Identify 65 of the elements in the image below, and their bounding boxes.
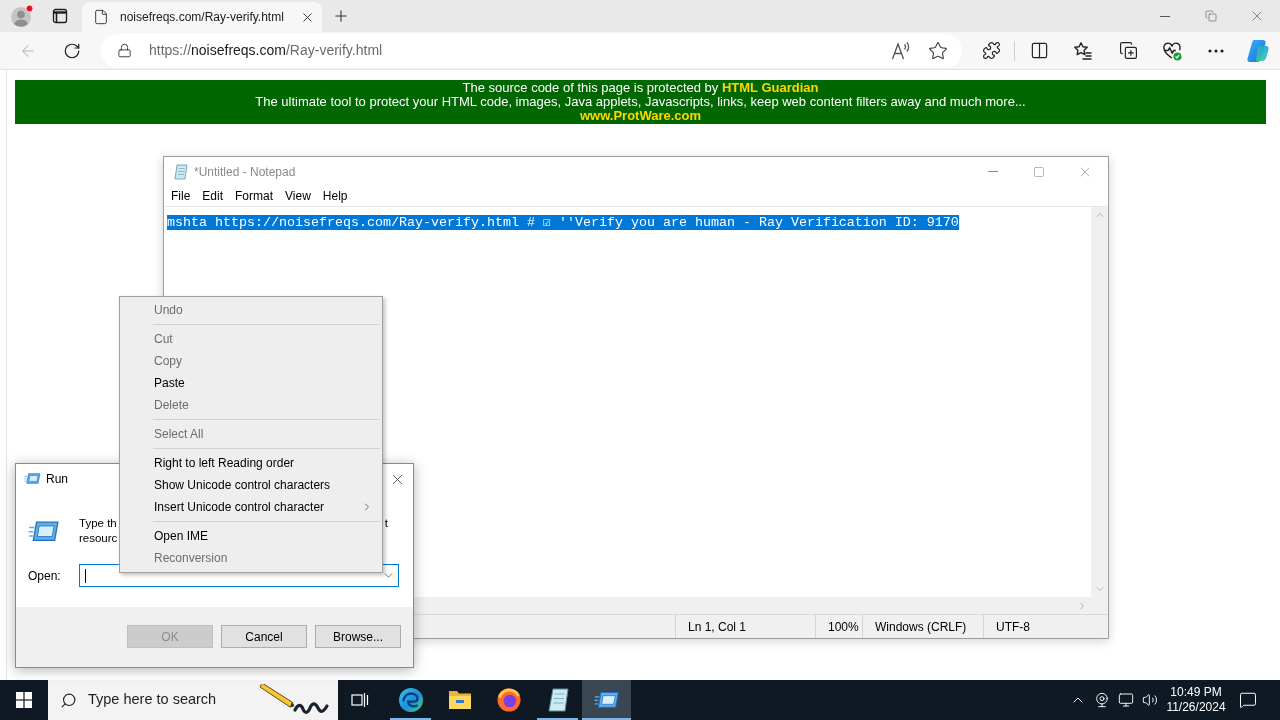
window-title: Run [46,471,68,488]
taskbar-button[interactable] [582,680,631,720]
notepad-icon [173,163,189,180]
search-icon [60,691,77,709]
maximize-icon [1033,165,1045,178]
windows-logo-icon [16,692,32,708]
description-text: Type th resourc [79,516,118,546]
status-segment: Windows (CRLF) [862,615,983,638]
search-box[interactable]: Type here to search [48,680,338,720]
notification-icon [1239,691,1257,709]
menu-item[interactable]: Show Unicode control characters [120,474,382,496]
folder-icon [447,690,472,710]
gradient-logo-icon [1246,38,1270,63]
ring-logo-icon [496,688,521,712]
star-list-icon [1073,40,1093,61]
menu-item[interactable]: View [279,186,317,206]
menu-item[interactable]: Insert Unicode control character [120,496,382,518]
field-label: Open: [28,567,62,585]
banner-text: The ultimate tool to protect your HTML code, images, Java applets, Javascripts, links, keep web content filters away and much more... [255,95,1026,109]
minimize-icon [988,171,998,172]
menu-item[interactable]: File [165,186,197,206]
dialog-button[interactable]: Browse... [315,625,401,648]
description-text: t [384,516,388,531]
webcam-icon [1094,692,1110,708]
browser-tab[interactable]: noisefreqs.com/Ray-verify.html [82,2,322,32]
task-view-icon [351,692,369,708]
status-segment: UTF-8 [983,615,1108,638]
editor-text: mshta https://noisefreqs.com/Ray-verify.html # ☑ ''Verify you are human - Ray Verification ID: 9170 [167,215,959,230]
plus-icon [332,7,350,25]
menu-item[interactable]: Paste [120,372,382,394]
monitor-icon [1118,692,1134,708]
read-aloud-icon[interactable] [891,40,911,61]
banner-link[interactable]: www.ProtWare.com [579,109,702,123]
status-segment: 100% [815,615,862,638]
refresh-icon [63,41,81,60]
search-input[interactable]: Type here to search [88,689,238,711]
address-bar[interactable]: https://noisefreqs.com/Ray-verify.html [101,33,962,68]
dialog-button[interactable]: Cancel [221,625,307,648]
window-title: *Untitled - Notepad [194,163,296,181]
menu-item[interactable]: Help [316,186,354,206]
volume-icon [1142,692,1158,708]
page-icon [93,9,109,25]
menu-item[interactable]: Edit [196,186,230,206]
edge-icon [398,688,423,712]
more-icon [1208,48,1224,53]
minimize-icon [1160,15,1170,17]
lock-icon [117,43,132,58]
restore-icon [1205,10,1217,22]
menu-item[interactable]: Open IME [120,525,382,547]
copy-plus-icon [1118,41,1138,60]
heart-pulse-icon [1162,40,1182,61]
avatar-icon [10,4,34,28]
favorite-star-icon[interactable] [928,40,948,61]
notepad-icon [546,688,569,712]
clock[interactable]: 10:49 PM 11/26/2024 [1162,680,1230,720]
menu-item[interactable]: Right to left Reading order [120,452,382,474]
window-icon [52,8,68,24]
puzzle-icon [981,41,1001,60]
split-screen-icon [1029,41,1049,60]
menu-item[interactable]: Format [229,186,280,206]
window-icon [24,472,41,486]
url-text: https://noisefreqs.com/Ray-verify.html [149,41,383,60]
status-segment: Ln 1, Col 1 [675,615,815,638]
banner-text: The source code of this page is protected by HTML Guardian [462,81,819,95]
window-icon [593,689,620,711]
